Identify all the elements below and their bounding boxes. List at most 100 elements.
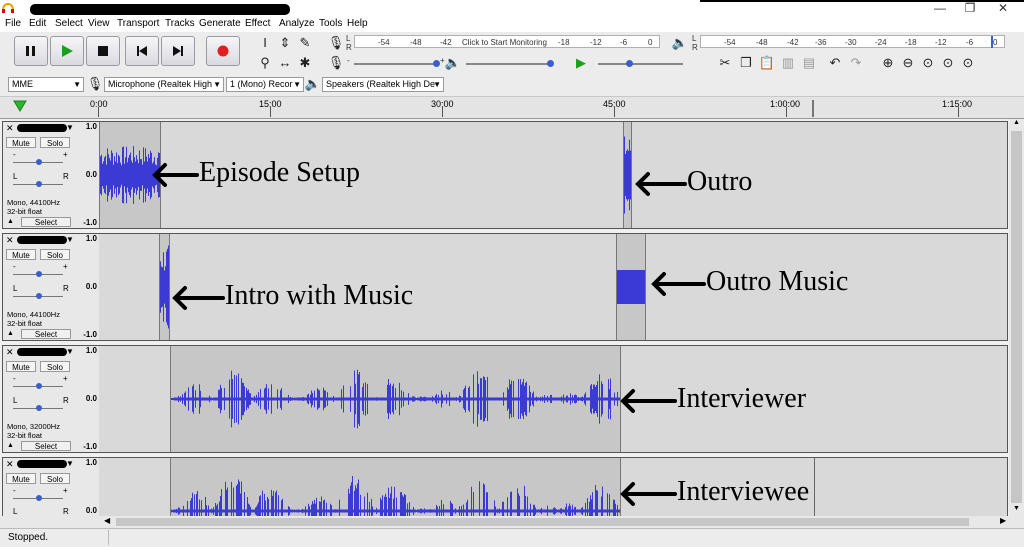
redacted-track-name[interactable] — [17, 460, 67, 468]
record-button[interactable] — [206, 36, 240, 66]
track-menu-chevron-icon[interactable]: ▼ — [66, 123, 74, 132]
solo-button[interactable]: Solo — [40, 137, 70, 148]
mute-button[interactable]: Mute — [6, 473, 36, 484]
menu-select[interactable]: Select — [55, 18, 83, 29]
menu-file[interactable]: File — [5, 18, 21, 29]
trim-icon[interactable]: ▥ — [779, 54, 797, 72]
select-track-button[interactable]: Select — [21, 441, 71, 451]
gain-knob[interactable] — [36, 383, 42, 389]
pause-button[interactable] — [14, 36, 48, 66]
paste-icon[interactable]: 📋 — [758, 54, 776, 72]
menu-edit[interactable]: Edit — [29, 18, 46, 29]
audio-track-1[interactable]: ✕ ▼ Mute Solo - + L R Mono, 44100Hz 32-b… — [2, 121, 1008, 229]
audio-track-2[interactable]: ✕ ▼ Mute Solo - + L R Mono, 44100Hz 32-b… — [2, 233, 1008, 341]
select-track-button[interactable]: Select — [21, 329, 71, 339]
track-menu-chevron-icon[interactable]: ▼ — [66, 347, 74, 356]
silence-icon[interactable]: ▤ — [800, 54, 818, 72]
pin-playhead-icon[interactable] — [13, 100, 27, 112]
click-to-start-monitoring[interactable]: Click to Start Monitoring — [462, 38, 547, 47]
recording-volume-slider[interactable] — [354, 63, 439, 65]
solo-button[interactable]: Solo — [40, 249, 70, 260]
draw-tool-icon[interactable]: ✎ — [296, 34, 314, 52]
scroll-right-icon[interactable]: ▶ — [1000, 516, 1006, 525]
menu-tracks[interactable]: Tracks — [165, 18, 195, 29]
menu-effect[interactable]: Effect — [245, 18, 270, 29]
zoom-tool-icon[interactable]: ⚲ — [256, 54, 274, 72]
audio-clip[interactable] — [170, 458, 621, 516]
audio-track-3[interactable]: ✕ ▼ Mute Solo - + L R Mono, 32000Hz 32-b… — [2, 345, 1008, 453]
waveform-area[interactable]: Intro with Music Outro Music — [99, 234, 1007, 340]
envelope-tool-icon[interactable]: ⇕ — [276, 34, 294, 52]
pan-knob[interactable] — [36, 293, 42, 299]
zoom-out-icon[interactable]: ⊖ — [899, 54, 917, 72]
collapse-track-icon[interactable]: ▲ — [7, 330, 14, 337]
restore-button[interactable]: ❐ — [960, 2, 980, 14]
audio-clip[interactable] — [623, 122, 632, 228]
track-menu-chevron-icon[interactable]: ▼ — [66, 459, 74, 468]
play-speed-knob[interactable] — [626, 60, 633, 67]
redacted-track-name[interactable] — [17, 348, 67, 356]
selection-tool-icon[interactable]: I — [256, 34, 274, 52]
gain-knob[interactable] — [36, 159, 42, 165]
playback-volume-slider[interactable] — [466, 63, 552, 65]
speaker-icon[interactable]: 🔈 — [671, 34, 689, 52]
vertical-scroll-thumb[interactable] — [1011, 131, 1022, 503]
microphone-icon[interactable]: 🎙 — [327, 34, 345, 52]
gain-knob[interactable] — [36, 495, 42, 501]
play-at-speed-icon[interactable]: ▶ — [572, 54, 590, 72]
solo-button[interactable]: Solo — [40, 361, 70, 372]
mute-button[interactable]: Mute — [6, 137, 36, 148]
close-track-icon[interactable]: ✕ — [6, 123, 14, 134]
audio-track-4[interactable]: ✕ ▼ Mute Solo - + L R 1.0 0.0 Interviewe… — [2, 457, 1008, 516]
vertical-scrollbar[interactable]: ▲ ▼ — [1009, 119, 1024, 516]
close-window-button[interactable]: ✕ — [993, 2, 1013, 14]
pan-knob[interactable] — [36, 181, 42, 187]
track-menu-chevron-icon[interactable]: ▼ — [66, 235, 74, 244]
pan-knob[interactable] — [36, 405, 42, 411]
waveform-area[interactable]: Interviewer — [99, 346, 1007, 452]
audio-host-select[interactable]: MME ▼ — [8, 77, 84, 92]
stop-button[interactable] — [86, 36, 120, 66]
zoom-toggle-icon[interactable]: ⊙ — [959, 54, 977, 72]
fit-selection-icon[interactable]: ⊙ — [919, 54, 937, 72]
zoom-in-icon[interactable]: ⊕ — [879, 54, 897, 72]
play-speed-slider[interactable] — [598, 63, 683, 65]
multi-tool-icon[interactable]: ✱ — [296, 54, 314, 72]
horizontal-scroll-thumb[interactable] — [116, 518, 969, 526]
menu-view[interactable]: View — [88, 18, 110, 29]
close-track-icon[interactable]: ✕ — [6, 459, 14, 470]
gain-knob[interactable] — [36, 271, 42, 277]
menu-help[interactable]: Help — [347, 18, 368, 29]
collapse-track-icon[interactable]: ▲ — [7, 218, 14, 225]
timeshift-tool-icon[interactable]: ↔ — [276, 54, 294, 72]
recording-channels-select[interactable]: 1 (Mono) Recor ▼ — [226, 77, 304, 92]
play-button[interactable] — [50, 36, 84, 66]
playback-device-select[interactable]: Speakers (Realtek High De ▼ — [322, 77, 444, 92]
select-track-button[interactable]: Select — [21, 217, 71, 227]
solo-button[interactable]: Solo — [40, 473, 70, 484]
timeline-ruler[interactable]: 0:00 15:00 30:00 45:00 1:00:00 1:15:00 — [0, 97, 1024, 119]
skip-end-button[interactable] — [161, 36, 195, 66]
scroll-down-icon[interactable]: ▼ — [1011, 505, 1022, 515]
skip-start-button[interactable] — [125, 36, 159, 66]
menu-tools[interactable]: Tools — [319, 18, 342, 29]
fit-project-icon[interactable]: ⊙ — [939, 54, 957, 72]
close-track-icon[interactable]: ✕ — [6, 235, 14, 246]
menu-transport[interactable]: Transport — [117, 18, 159, 29]
playback-volume-knob[interactable] — [547, 60, 554, 67]
redacted-track-name[interactable] — [17, 236, 67, 244]
recording-device-select[interactable]: Microphone (Realtek High ▼ — [104, 77, 224, 92]
scroll-up-icon[interactable]: ▲ — [1011, 119, 1022, 129]
menu-analyze[interactable]: Analyze — [279, 18, 315, 29]
redacted-track-name[interactable] — [17, 124, 67, 132]
mute-button[interactable]: Mute — [6, 249, 36, 260]
scroll-left-icon[interactable]: ◀ — [104, 516, 110, 525]
undo-icon[interactable]: ↶ — [826, 54, 844, 72]
cut-icon[interactable]: ✂ — [716, 54, 734, 72]
waveform-area[interactable]: Episode Setup Outro — [99, 122, 1007, 228]
redo-icon[interactable]: ↷ — [847, 54, 865, 72]
waveform-area[interactable]: Interviewee — [99, 458, 1007, 516]
copy-icon[interactable]: ❐ — [737, 54, 755, 72]
recording-volume-knob[interactable] — [433, 60, 440, 67]
minimize-button[interactable]: — — [930, 2, 950, 14]
